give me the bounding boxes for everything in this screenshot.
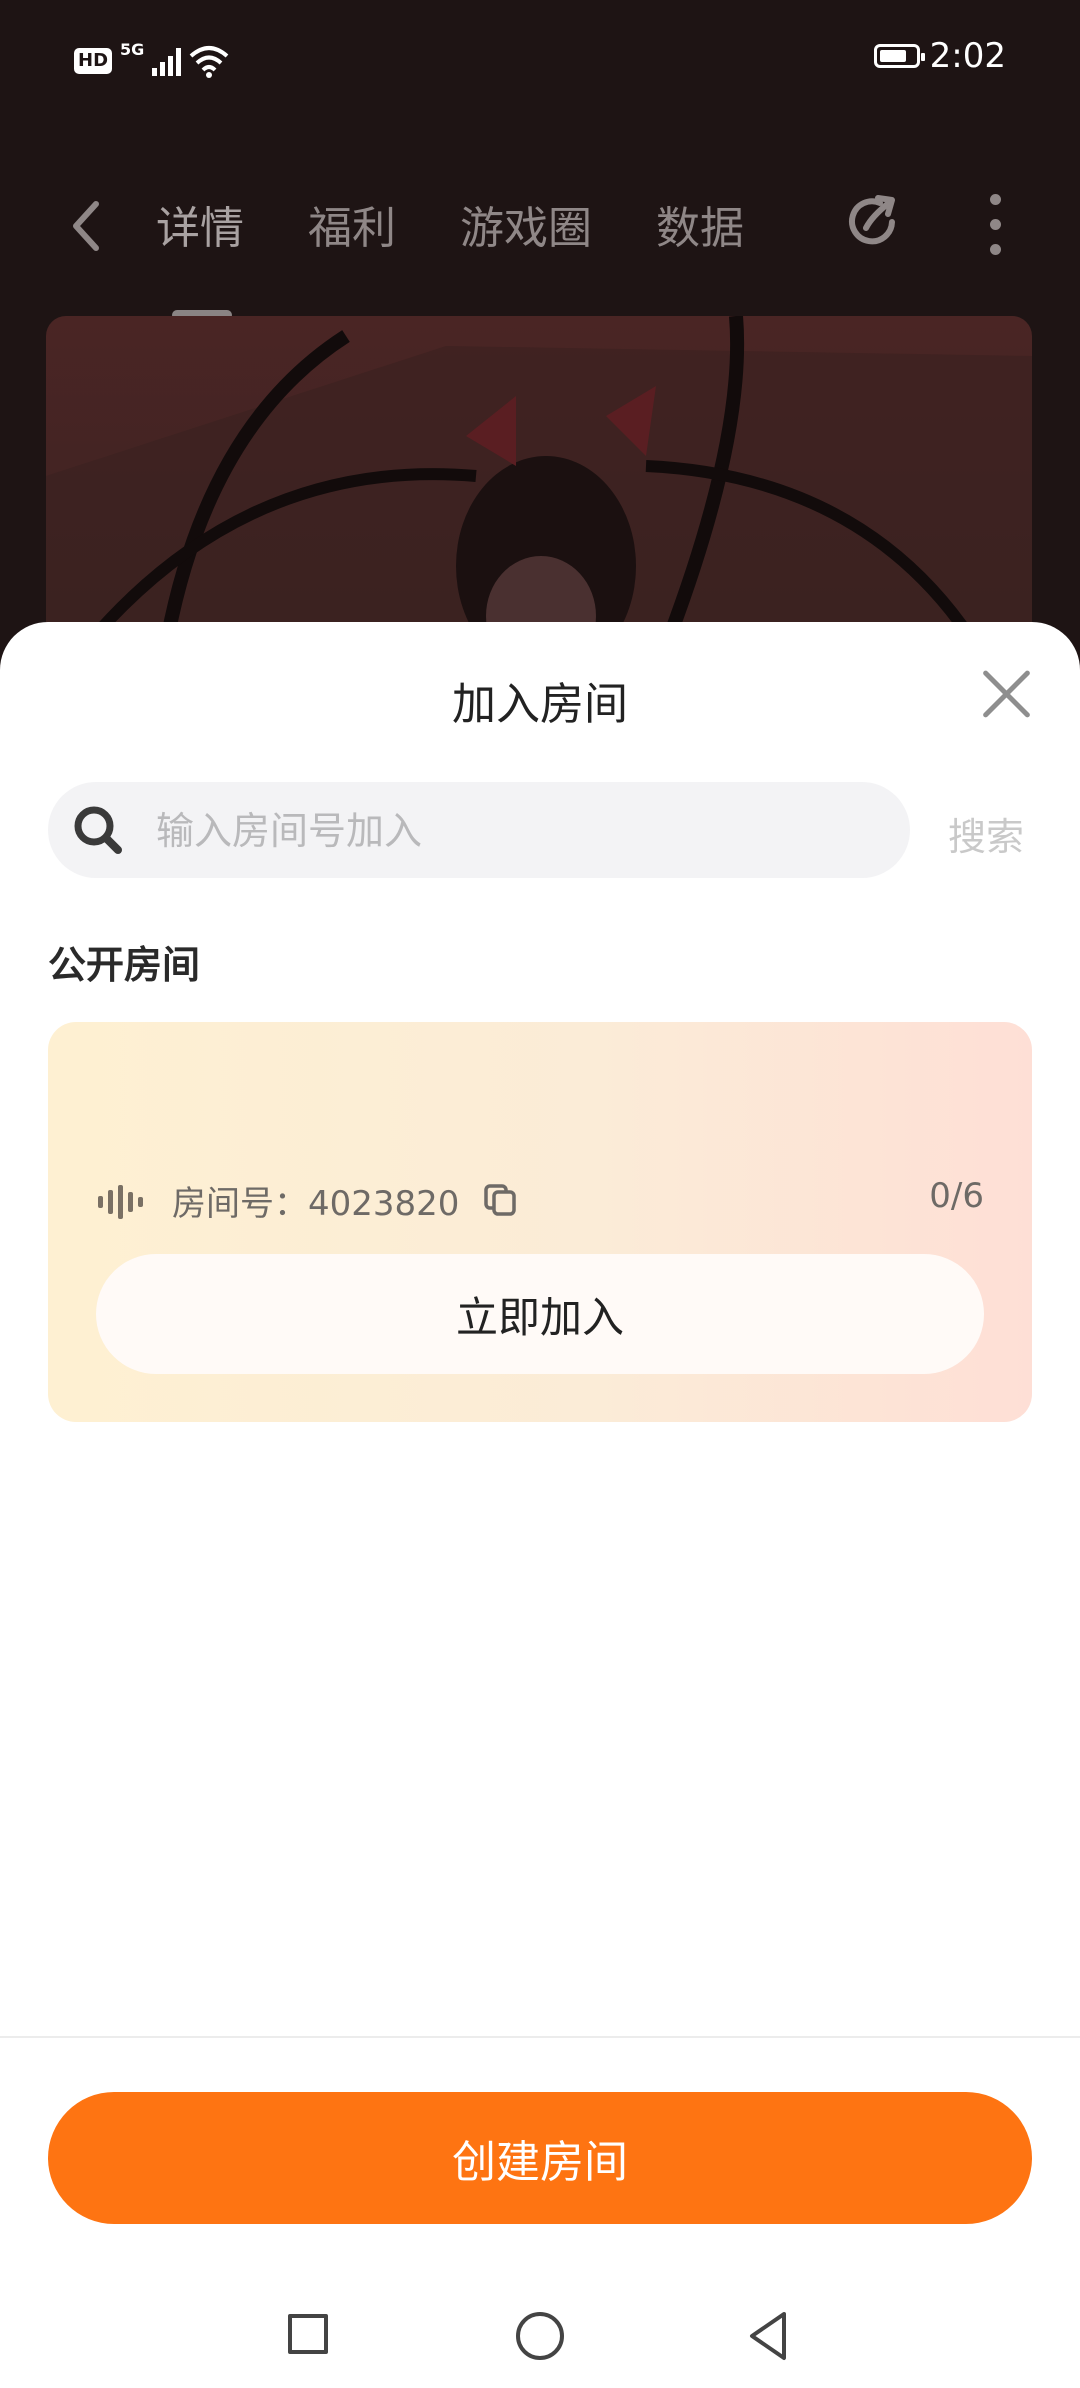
divider: [0, 2036, 1080, 2038]
public-rooms-heading: 公开房间: [48, 943, 201, 987]
clock: 2:02: [929, 36, 1006, 76]
battery-icon: [873, 44, 925, 68]
search-button[interactable]: 搜索: [948, 806, 1024, 861]
more-options-icon[interactable]: [990, 194, 1002, 255]
search-bar: [48, 782, 910, 880]
share-icon[interactable]: [846, 192, 906, 252]
page-navbar: 详情 福利 游戏圈 数据: [0, 170, 1080, 320]
copy-icon[interactable]: [482, 1182, 518, 1218]
game-banner-image: [46, 316, 1032, 646]
status-right: 2:02: [873, 36, 1006, 76]
tab-details[interactable]: 详情: [156, 192, 244, 320]
recent-apps-icon[interactable]: [288, 2314, 328, 2354]
close-icon[interactable]: [980, 668, 1032, 720]
status-bar: HD 5G 2:02: [0, 0, 1080, 130]
network-type: 5G: [120, 39, 145, 59]
tab-data[interactable]: 数据: [656, 192, 744, 256]
search-icon: [74, 806, 122, 854]
room-number-label: 房间号：4023820: [172, 1184, 460, 1224]
wifi-icon: [189, 46, 229, 78]
home-icon[interactable]: [516, 2312, 564, 2360]
tab-welfare[interactable]: 福利: [308, 192, 396, 256]
status-left: HD 5G: [74, 40, 229, 78]
room-card: 房间号：4023820 0/6 立即加入: [48, 1022, 1032, 1422]
room-member-count: 0/6: [929, 1176, 984, 1216]
tab-game-circle[interactable]: 游戏圈: [460, 192, 592, 256]
system-navigation-bar: [0, 2284, 1080, 2388]
signal-icon: [152, 46, 182, 76]
join-now-button[interactable]: 立即加入: [96, 1254, 984, 1374]
join-room-sheet: 加入房间 搜索 公开房间 房间号：4023820 0/6 立即加入 创建房间: [0, 622, 1080, 2388]
back-arrow-icon[interactable]: [66, 196, 106, 256]
sheet-title: 加入房间: [452, 679, 628, 730]
room-number-input[interactable]: [154, 782, 878, 880]
tab-bar: 详情 福利 游戏圈 数据: [156, 192, 744, 320]
hd-badge: HD: [74, 48, 113, 74]
voice-wave-icon: [98, 1184, 148, 1220]
nav-back-icon[interactable]: [746, 2310, 790, 2362]
create-room-button[interactable]: 创建房间: [48, 2092, 1032, 2224]
